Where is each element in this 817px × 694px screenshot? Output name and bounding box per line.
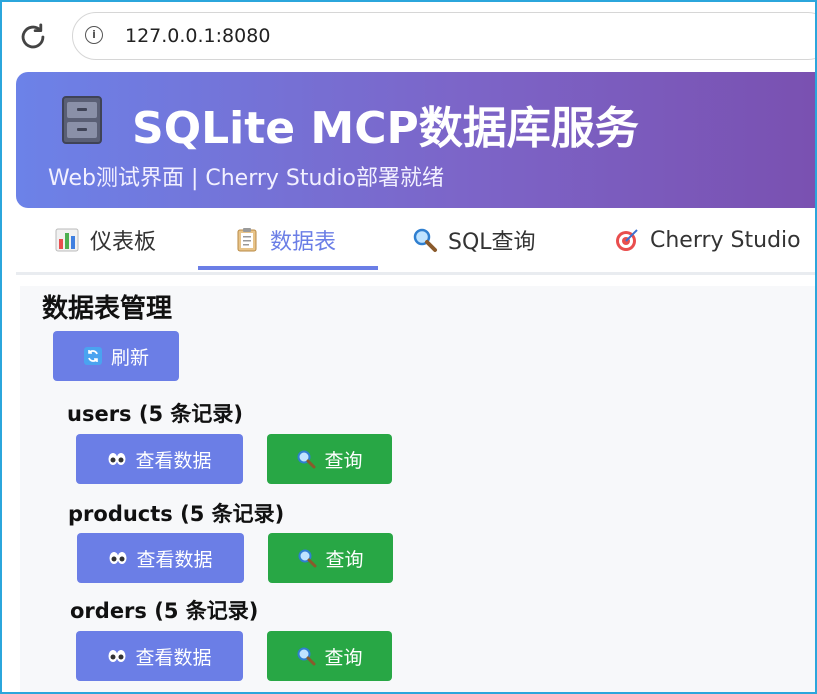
tab-tables[interactable]: 数据表 bbox=[234, 208, 336, 272]
tab-label: 数据表 bbox=[270, 230, 337, 255]
view-data-button-orders[interactable]: 查看数据 bbox=[76, 631, 243, 681]
tab-label: SQL查询 bbox=[448, 230, 536, 255]
magnifier-icon bbox=[413, 228, 437, 252]
tab-label: Cherry Studio bbox=[650, 227, 801, 253]
browser-toolbar: i 127.0.0.1:8080 bbox=[2, 2, 815, 68]
query-button-products[interactable]: 查询 bbox=[268, 533, 393, 583]
refresh-button[interactable]: 刷新 bbox=[53, 331, 179, 381]
view-data-button-users[interactable]: 查看数据 bbox=[76, 434, 243, 484]
query-label: 查询 bbox=[325, 548, 364, 571]
magnifier-icon bbox=[298, 549, 317, 568]
table-name-users: users (5 条记录) bbox=[67, 402, 243, 426]
eyes-icon bbox=[109, 552, 127, 564]
target-icon bbox=[616, 229, 638, 251]
view-data-label: 查看数据 bbox=[135, 449, 212, 472]
page-title: SQLite MCP数据库服务 bbox=[132, 103, 639, 154]
table-name-orders: orders (5 条记录) bbox=[70, 599, 259, 623]
table-name-products: products (5 条记录) bbox=[68, 502, 285, 526]
view-data-label: 查看数据 bbox=[135, 646, 212, 669]
query-button-users[interactable]: 查询 bbox=[267, 434, 392, 484]
magnifier-icon bbox=[297, 450, 316, 469]
query-label: 查询 bbox=[324, 449, 363, 472]
header-banner: SQLite MCP数据库服务 Web测试界面 | Cherry Studio部… bbox=[16, 72, 815, 208]
tab-dashboard[interactable]: 仪表板 bbox=[54, 208, 156, 272]
bar-chart-icon bbox=[55, 228, 79, 252]
reload-icon[interactable] bbox=[16, 20, 50, 54]
page-subtitle: Web测试界面 | Cherry Studio部署就绪 bbox=[48, 166, 444, 191]
address-bar[interactable]: i 127.0.0.1:8080 bbox=[72, 12, 815, 60]
eyes-icon bbox=[108, 650, 126, 662]
tab-bar: 仪表板 数据表 SQL查询 Cherry Studio bbox=[16, 208, 815, 275]
active-tab-indicator bbox=[198, 266, 378, 270]
file-cabinet-icon bbox=[62, 96, 102, 144]
refresh-icon bbox=[83, 347, 102, 365]
magnifier-icon bbox=[297, 647, 316, 666]
eyes-icon bbox=[108, 453, 126, 465]
view-data-button-products[interactable]: 查看数据 bbox=[77, 533, 244, 583]
tables-panel: 数据表管理 刷新 users (5 条记录) 查看数据 查询 products … bbox=[20, 286, 815, 692]
tab-cherry-studio[interactable]: Cherry Studio bbox=[614, 208, 801, 272]
info-icon[interactable]: i bbox=[85, 26, 103, 44]
query-label: 查询 bbox=[324, 646, 363, 669]
tab-label: 仪表板 bbox=[90, 230, 157, 255]
refresh-label: 刷新 bbox=[110, 346, 149, 369]
tab-sql-query[interactable]: SQL查询 bbox=[412, 208, 536, 272]
query-button-orders[interactable]: 查询 bbox=[267, 631, 392, 681]
view-data-label: 查看数据 bbox=[136, 548, 213, 571]
section-title: 数据表管理 bbox=[42, 294, 173, 324]
url-text: 127.0.0.1:8080 bbox=[125, 25, 271, 47]
screenshot-frame: i 127.0.0.1:8080 SQLite MCP数据库服务 Web测试界面… bbox=[0, 0, 817, 694]
clipboard-icon bbox=[237, 228, 257, 252]
